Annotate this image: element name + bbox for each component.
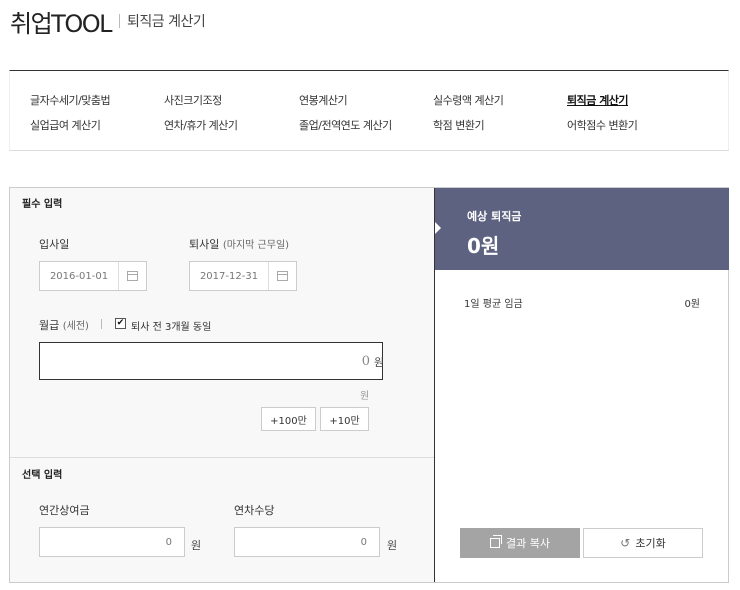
allowance-unit: 원 <box>387 539 398 552</box>
salary-unit: 원 <box>374 356 385 369</box>
required-section-title: 필수 입력 <box>22 199 63 210</box>
label-divider <box>101 319 102 329</box>
nav-item-graduation-calc[interactable]: 졸업/전역연도 계산기 <box>299 117 392 133</box>
reset-icon: ↺ <box>620 536 631 550</box>
result-panel: 예상 퇴직금 0원 1일 평균 임금 0원 결과 복사 ↺ 초기화 <box>434 188 729 582</box>
salary-input[interactable]: 0 <box>39 342 383 380</box>
allowance-label: 연차수당 <box>234 504 275 517</box>
leave-date-value[interactable]: 2017-12-31 <box>190 262 268 290</box>
severance-calculator: 필수 입력 입사일 2016-01-01 퇴사일 (마지막 근무일) 2017-… <box>9 187 729 583</box>
calendar-icon <box>127 271 138 281</box>
leave-date-field[interactable]: 2017-12-31 <box>189 261 297 291</box>
nav-item-photo-resize[interactable]: 사진크기조정 <box>164 92 222 108</box>
nav-item-char-count[interactable]: 글자수세기/맞춤법 <box>30 92 111 108</box>
bonus-unit: 원 <box>191 539 202 552</box>
reset-button[interactable]: ↺ 초기화 <box>583 528 703 558</box>
allowance-input[interactable]: 0 <box>234 527 380 557</box>
salary-label-text: 월급 <box>39 319 60 332</box>
hire-date-calendar-button[interactable] <box>118 262 146 290</box>
hire-date-label: 입사일 <box>39 238 70 251</box>
result-title: 예상 퇴직금 <box>467 210 522 223</box>
arrow-right-icon <box>435 222 441 234</box>
header-divider <box>118 14 120 28</box>
hire-date-value[interactable]: 2016-01-01 <box>40 262 118 290</box>
nav-item-net-pay-calc[interactable]: 실수령액 계산기 <box>433 92 504 108</box>
nav-item-severance-calc[interactable]: 퇴직금 계산기 <box>567 92 629 108</box>
leave-date-calendar-button[interactable] <box>268 262 296 290</box>
nav-item-language-score-converter[interactable]: 어학점수 변환기 <box>567 117 638 133</box>
nav-item-salary-calc[interactable]: 연봉계산기 <box>299 92 348 108</box>
daily-avg-wage-value: 0원 <box>684 299 700 310</box>
salary-unit-hint: 원 <box>360 391 370 402</box>
copy-result-label: 결과 복사 <box>506 537 550 550</box>
add-100man-button[interactable]: +100만 <box>261 407 316 431</box>
nav-item-leave-calc[interactable]: 연차/휴가 계산기 <box>164 117 238 133</box>
tool-navigation: 글자수세기/맞춤법 사진크기조정 연봉계산기 실수령액 계산기 퇴직금 계산기 … <box>9 70 729 151</box>
leave-date-label-sub: (마지막 근무일) <box>222 240 290 251</box>
reset-label: 초기화 <box>635 537 666 550</box>
same-3months-label[interactable]: 퇴사 전 3개월 동일 <box>131 318 211 333</box>
same-3months-checkbox[interactable]: ✔ <box>115 318 126 329</box>
result-header: 예상 퇴직금 0원 <box>435 188 729 270</box>
daily-avg-wage-label: 1일 평균 임금 <box>464 299 523 310</box>
page-header: 취업TOOL 퇴직금 계산기 <box>10 4 206 39</box>
leave-date-label: 퇴사일 (마지막 근무일) <box>189 236 289 252</box>
copy-icon <box>490 535 502 548</box>
leave-date-label-text: 퇴사일 <box>189 238 220 251</box>
section-divider <box>10 457 434 458</box>
add-10man-button[interactable]: +10만 <box>320 407 369 431</box>
page-title: 퇴직금 계산기 <box>126 14 206 30</box>
hire-date-field[interactable]: 2016-01-01 <box>39 261 147 291</box>
salary-label-sub: (세전) <box>62 321 89 332</box>
copy-result-button[interactable]: 결과 복사 <box>460 528 580 558</box>
calendar-icon <box>277 271 288 281</box>
bonus-label: 연간상여금 <box>39 504 90 517</box>
nav-item-gpa-converter[interactable]: 학점 변환기 <box>433 117 485 133</box>
site-logo[interactable]: 취업TOOL <box>10 4 112 39</box>
optional-section-title: 선택 입력 <box>22 470 63 481</box>
bonus-input[interactable]: 0 <box>39 527 185 557</box>
input-panel: 필수 입력 입사일 2016-01-01 퇴사일 (마지막 근무일) 2017-… <box>10 188 434 582</box>
result-value: 0원 <box>467 234 500 258</box>
salary-label: 월급 (세전) <box>39 317 89 333</box>
nav-item-unemployment-calc[interactable]: 실업급여 계산기 <box>30 117 101 133</box>
